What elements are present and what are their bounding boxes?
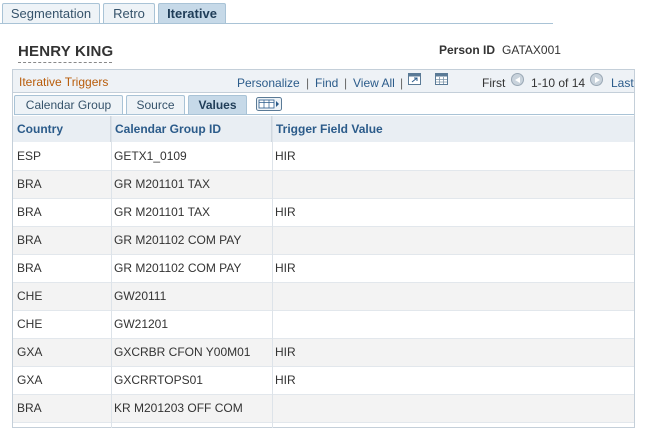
cell-trigger-field-value: HIR — [275, 261, 296, 275]
nav-separator: | — [306, 76, 310, 90]
subtab-source[interactable]: Source — [126, 95, 185, 115]
subtab-calendar-group-label: Calendar Group — [25, 98, 112, 112]
table-row: CHE GW21201 — [13, 311, 634, 339]
nav-separator: | — [400, 76, 404, 90]
download-icon[interactable] — [435, 73, 448, 85]
zoom-grid-icon[interactable] — [408, 73, 421, 85]
cell-country: BRA — [17, 205, 42, 219]
column-divider — [272, 116, 273, 428]
person-id-label: Person ID — [439, 43, 496, 57]
tab-retro[interactable]: Retro — [103, 3, 155, 23]
table-row: BRA KR M201203 OFF COM — [13, 395, 634, 423]
tab-iterative-label: Iterative — [167, 6, 217, 21]
next-arrow-icon[interactable] — [590, 73, 603, 86]
cell-country: BRA — [17, 177, 42, 191]
cell-trigger-field-value: HIR — [275, 373, 296, 387]
tab-retro-label: Retro — [113, 6, 145, 21]
tab-segmentation-label: Segmentation — [10, 6, 92, 21]
find-link[interactable]: Find — [315, 76, 338, 90]
cell-country: CHE — [17, 289, 43, 303]
nav-separator: | — [344, 76, 348, 90]
table-row: BRA GR M201101 TAX — [13, 171, 634, 199]
cell-trigger-field-value: HIR — [275, 345, 296, 359]
person-name-underline — [18, 62, 112, 63]
cell-trigger-field-value: HIR — [275, 149, 296, 163]
cell-calendar-group-id: GR M201101 TAX — [114, 177, 211, 191]
subtab-calendar-group[interactable]: Calendar Group — [14, 95, 123, 115]
column-divider — [111, 116, 112, 428]
col-header-calendar-group-id[interactable]: Calendar Group ID — [111, 116, 272, 142]
table-row: BRA GR M201102 COM PAY HIR — [13, 255, 634, 283]
cell-country: GXA — [17, 345, 43, 359]
table-row: CHE GW20111 — [13, 283, 634, 311]
person-id-value: GATAX001 — [502, 43, 561, 57]
top-tab-bar: Segmentation Retro Iterative — [0, 0, 651, 24]
cell-country: BRA — [17, 401, 42, 415]
cell-calendar-group-id: GW21201 — [114, 317, 169, 331]
person-name: HENRY KING — [18, 43, 114, 60]
row-range: 1-10 of 14 — [531, 76, 586, 90]
col-header-trigger-field-value[interactable]: Trigger Field Value — [272, 116, 634, 142]
subtab-divider — [14, 114, 634, 115]
cell-country: ESP — [17, 149, 42, 163]
cell-country: CHE — [17, 317, 43, 331]
show-all-columns-icon[interactable] — [256, 97, 282, 111]
tab-iterative[interactable]: Iterative — [158, 3, 226, 24]
cell-trigger-field-value: HIR — [275, 205, 296, 219]
cell-calendar-group-id: GR M201101 TAX — [114, 205, 211, 219]
col-header-country[interactable]: Country — [13, 116, 111, 142]
prev-arrow-icon[interactable] — [511, 73, 524, 86]
grid-title: Iterative Triggers — [19, 75, 109, 89]
cell-calendar-group-id: GXCRBR CFON Y00M01 — [114, 345, 251, 359]
cell-calendar-group-id: GR M201102 COM PAY — [114, 261, 242, 275]
table-row: ESP GETX1_0109 HIR — [13, 143, 634, 171]
cell-country: GXA — [17, 373, 43, 387]
cell-calendar-group-id: GXCRRTOPS01 — [114, 373, 203, 387]
cell-country: BRA — [17, 261, 42, 275]
table-row: GXA GXCRRTOPS01 HIR — [13, 367, 634, 395]
cell-calendar-group-id: GR M201102 COM PAY — [114, 233, 242, 247]
subtab-values[interactable]: Values — [188, 95, 247, 115]
table-row: BRA GR M201101 TAX HIR — [13, 199, 634, 227]
last-link[interactable]: Last — [611, 76, 634, 90]
table-row: GXA GXCRBR CFON Y00M01 HIR — [13, 339, 634, 367]
cell-calendar-group-id: GETX1_0109 — [114, 149, 187, 163]
table-row: BRA GR M201102 COM PAY — [13, 227, 634, 255]
subtab-values-label: Values — [198, 98, 237, 112]
cell-calendar-group-id: GW20111 — [114, 289, 167, 303]
tab-segmentation[interactable]: Segmentation — [2, 3, 100, 23]
view-all-link[interactable]: View All — [353, 76, 395, 90]
first-label[interactable]: First — [482, 76, 505, 90]
subtab-source-label: Source — [136, 98, 175, 112]
personalize-link[interactable]: Personalize — [237, 76, 300, 90]
tab-divider — [0, 23, 553, 24]
cell-calendar-group-id: KR M201203 OFF COM — [114, 401, 243, 415]
cell-country: BRA — [17, 233, 42, 247]
